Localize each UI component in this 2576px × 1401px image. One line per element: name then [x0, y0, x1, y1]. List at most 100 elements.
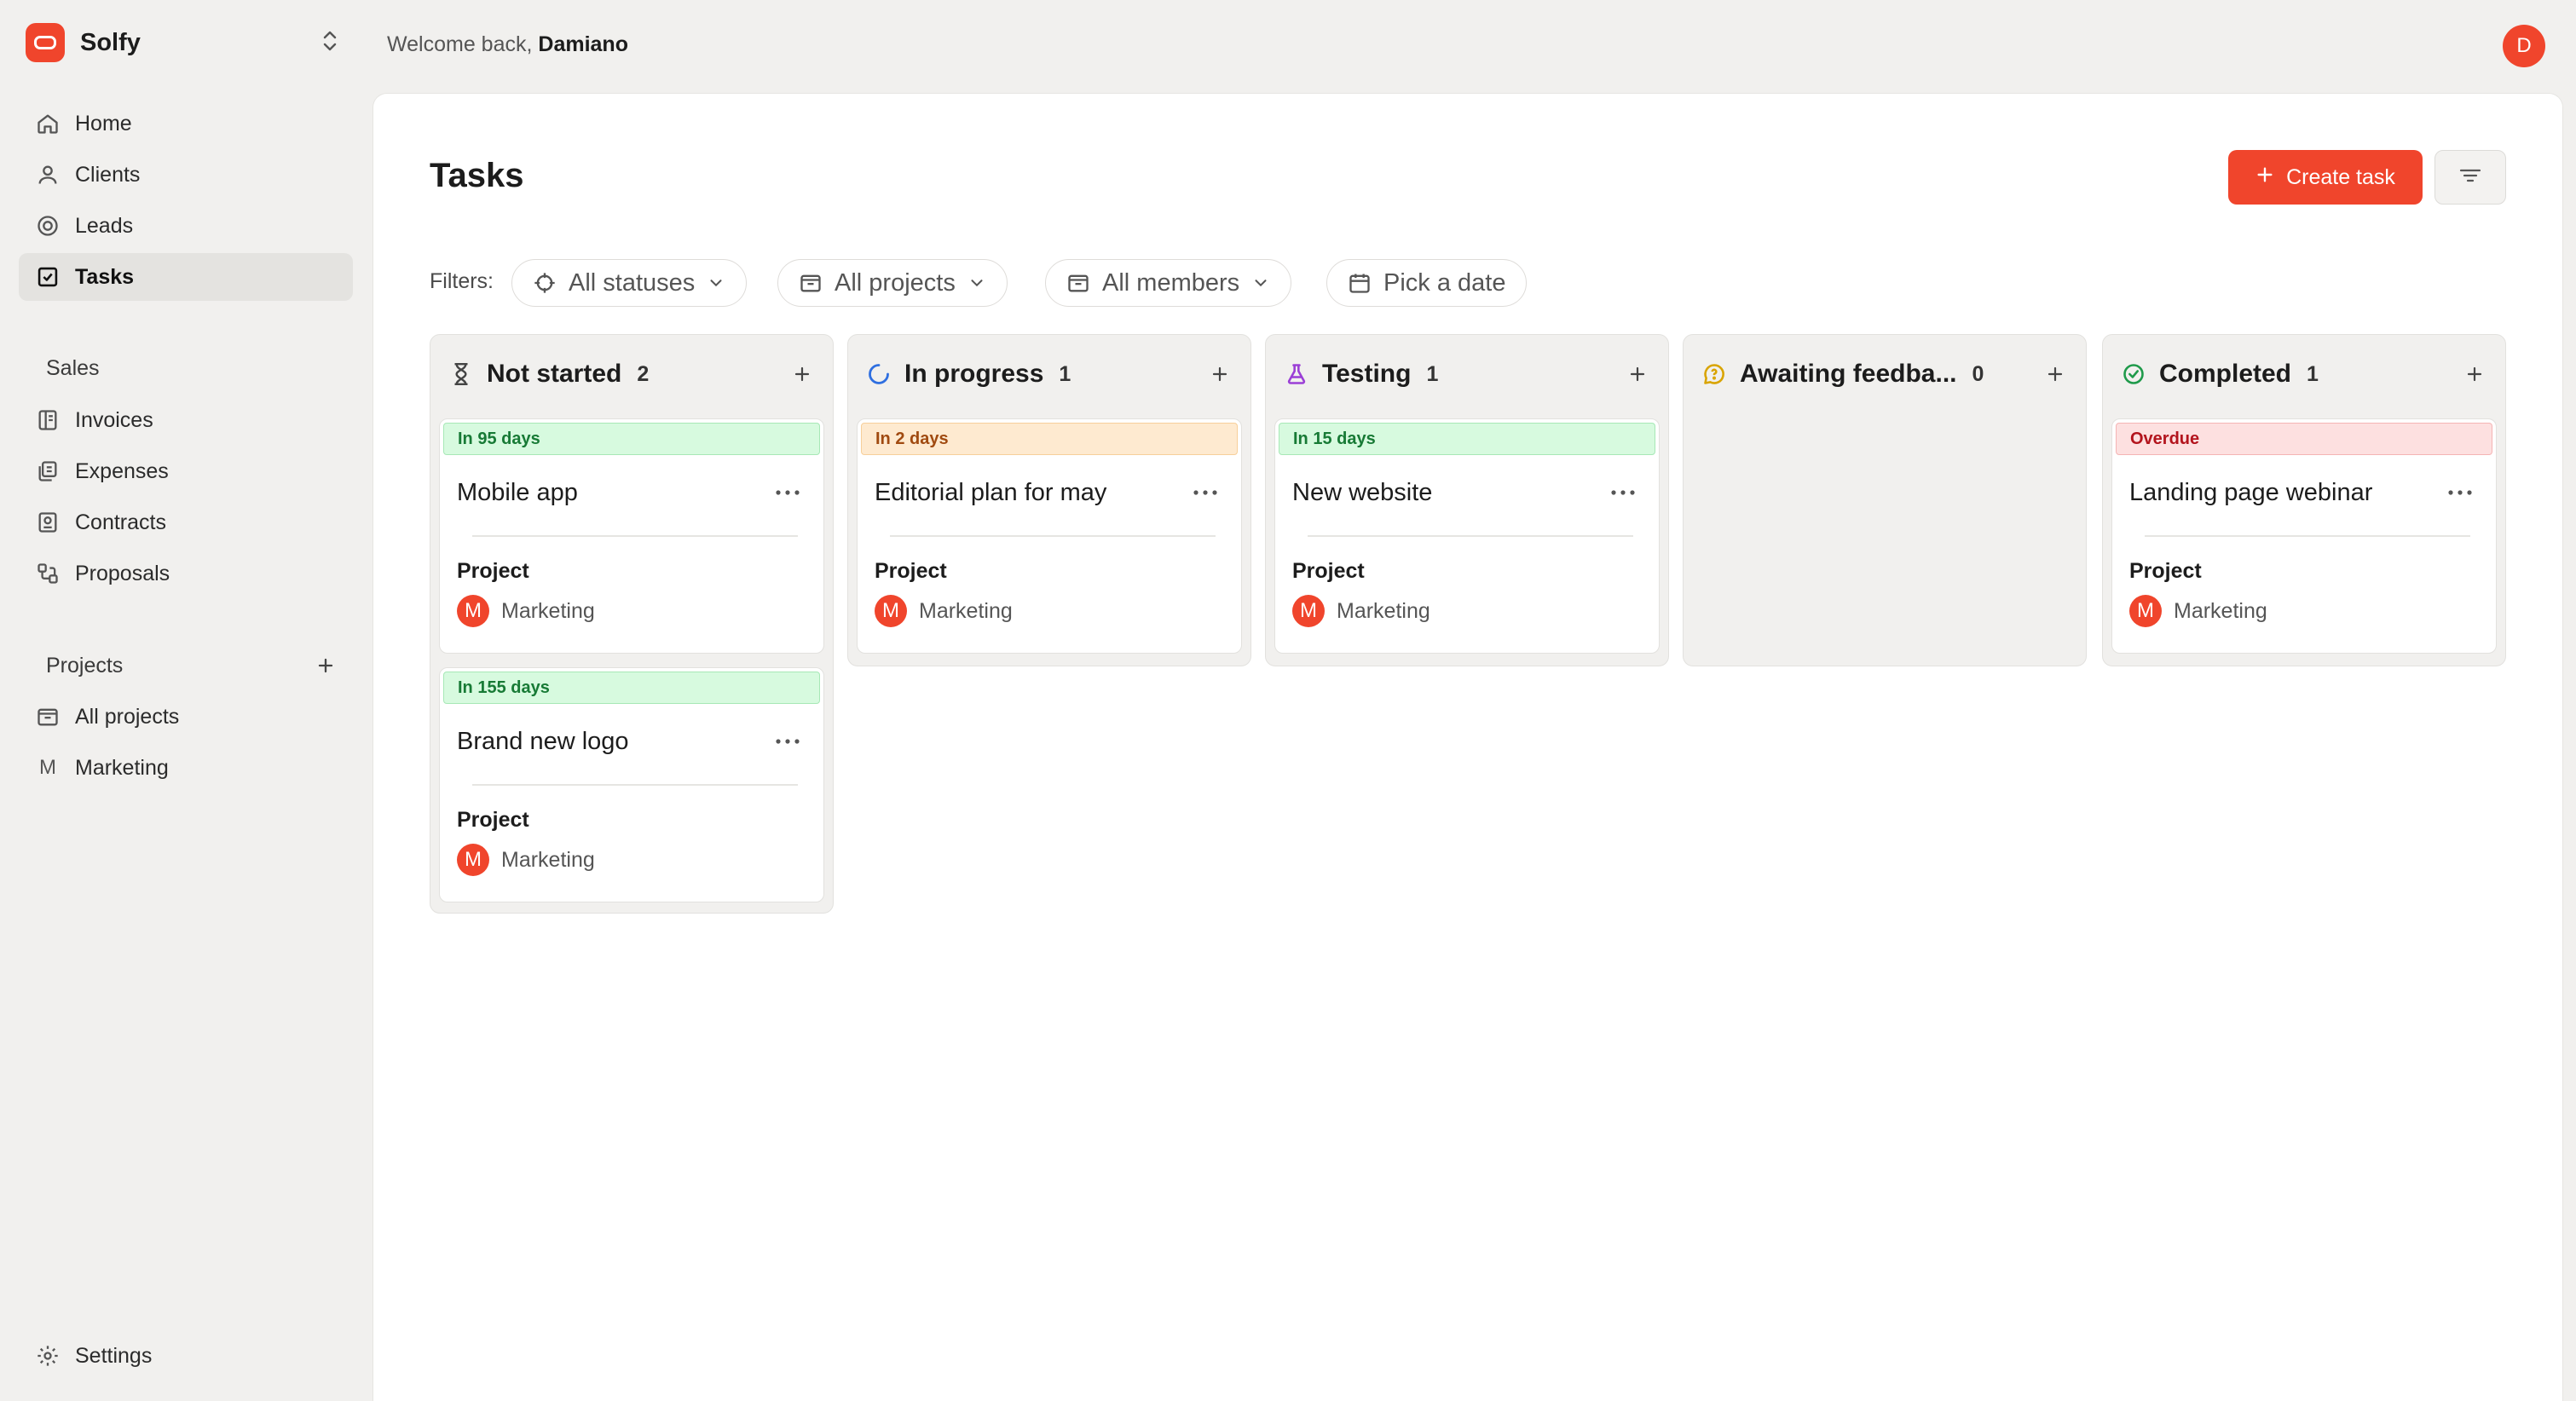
project-label: Project	[2129, 559, 2202, 583]
status-filter[interactable]: All statuses	[511, 259, 748, 307]
task-card[interactable]: In 15 days New website Project M Marketi…	[1274, 418, 1660, 654]
project-label: Project	[1292, 559, 1365, 583]
plus-icon	[2255, 165, 2274, 190]
project-name: Marketing	[501, 847, 595, 872]
flask-icon	[1283, 360, 1310, 388]
project-avatar: M	[457, 595, 489, 627]
project-avatar: M	[1292, 595, 1325, 627]
more-options-icon[interactable]	[774, 733, 801, 750]
projects-filter[interactable]: All projects	[777, 259, 1008, 307]
sidebar-item-tasks[interactable]: Tasks	[19, 253, 353, 301]
more-options-icon[interactable]	[774, 484, 801, 501]
target-icon	[34, 212, 61, 239]
sidebar-item-invoices[interactable]: Invoices	[19, 396, 353, 444]
card-divider	[472, 535, 798, 537]
date-filter[interactable]: Pick a date	[1326, 259, 1528, 307]
sidebar-item-settings[interactable]: Settings	[19, 1332, 353, 1380]
sidebar-item-all-projects[interactable]: All projects	[19, 693, 353, 741]
column-not-started: Not started 2 In 95 days Mobile app Proj…	[430, 334, 834, 914]
project-chip: M Marketing	[875, 595, 1013, 627]
more-options-icon[interactable]	[1192, 484, 1219, 501]
filter-lines-icon	[2458, 167, 2482, 188]
folder-icon	[34, 703, 61, 730]
task-card[interactable]: In 2 days Editorial plan for may Project…	[857, 418, 1242, 654]
sidebar: Solfy Home Clients Leads Tasks Sales Inv…	[0, 0, 373, 1401]
task-card[interactable]: Overdue Landing page webinar Project M M…	[2111, 418, 2497, 654]
add-task-icon[interactable]	[788, 360, 816, 388]
user-icon	[34, 161, 61, 188]
filter-button[interactable]	[2434, 150, 2506, 205]
project-name: Marketing	[2174, 598, 2267, 623]
due-badge: In 15 days	[1279, 423, 1655, 455]
sidebar-item-proposals[interactable]: Proposals	[19, 550, 353, 597]
add-task-icon[interactable]	[1624, 360, 1651, 388]
task-title: Brand new logo	[457, 728, 629, 755]
column-title: In progress	[904, 360, 1044, 388]
gear-icon	[34, 1342, 61, 1369]
date-filter-label: Pick a date	[1383, 268, 1506, 297]
members-filter-label: All members	[1102, 268, 1240, 297]
filters-label: Filters:	[430, 269, 494, 293]
projects-section-title: Projects	[46, 654, 124, 677]
sidebar-item-label: Marketing	[75, 755, 169, 780]
add-task-icon[interactable]	[1206, 360, 1233, 388]
sidebar-item-marketing[interactable]: M Marketing	[19, 744, 353, 792]
more-options-icon[interactable]	[2446, 484, 2474, 501]
welcome-prefix: Welcome back,	[387, 32, 533, 56]
column-count: 2	[637, 361, 650, 386]
members-filter[interactable]: All members	[1045, 259, 1292, 307]
sidebar-item-home[interactable]: Home	[19, 100, 353, 147]
column-count: 1	[1426, 361, 1439, 386]
project-chip: M Marketing	[1292, 595, 1430, 627]
project-avatar: M	[875, 595, 907, 627]
chevron-down-icon	[967, 274, 986, 292]
add-task-icon[interactable]	[2042, 360, 2069, 388]
sidebar-item-contracts[interactable]: Contracts	[19, 499, 353, 546]
due-badge: In 95 days	[443, 423, 820, 455]
checkbox-icon	[34, 263, 61, 291]
add-task-icon[interactable]	[2461, 360, 2488, 388]
user-avatar[interactable]: D	[2503, 25, 2545, 67]
sidebar-item-leads[interactable]: Leads	[19, 202, 353, 250]
column-title: Not started	[487, 360, 622, 388]
sidebar-item-clients[interactable]: Clients	[19, 151, 353, 199]
page-title: Tasks	[430, 157, 524, 194]
proposal-icon	[34, 560, 61, 587]
card-divider	[2145, 535, 2470, 537]
task-card[interactable]: In 95 days Mobile app Project M Marketin…	[439, 418, 824, 654]
user-name: Damiano	[538, 32, 628, 56]
status-filter-label: All statuses	[569, 268, 696, 297]
solfy-logo-icon	[26, 23, 65, 62]
sidebar-item-label: Clients	[75, 162, 141, 187]
due-badge: In 2 days	[861, 423, 1238, 455]
column-count: 0	[1972, 361, 1984, 386]
sidebar-item-expenses[interactable]: Expenses	[19, 447, 353, 495]
project-name: Marketing	[501, 598, 595, 623]
contract-icon	[34, 509, 61, 536]
projects-filter-label: All projects	[835, 268, 956, 297]
column-header: In progress 1	[865, 357, 1233, 391]
folder-icon	[799, 271, 823, 295]
task-card[interactable]: In 155 days Brand new logo Project M Mar…	[439, 667, 824, 902]
crosshair-icon	[533, 271, 557, 295]
more-options-icon[interactable]	[1609, 484, 1637, 501]
home-icon	[34, 110, 61, 137]
workspace-switcher[interactable]: Solfy	[26, 23, 348, 62]
column-count: 1	[2307, 361, 2319, 386]
chevron-up-down-icon[interactable]	[321, 29, 339, 57]
hourglass-icon	[448, 360, 475, 388]
add-project-icon[interactable]	[314, 654, 338, 677]
column-completed: Completed 1 Overdue Landing page webinar…	[2102, 334, 2506, 666]
expense-icon	[34, 458, 61, 485]
project-label: Project	[457, 559, 529, 583]
due-badge: Overdue	[2116, 423, 2492, 455]
project-label: Project	[457, 808, 529, 832]
sidebar-item-label: Invoices	[75, 407, 153, 432]
column-header: Completed 1	[2120, 357, 2488, 391]
column-header: Testing 1	[1283, 357, 1651, 391]
project-name: Marketing	[1337, 598, 1430, 623]
sidebar-item-label: All projects	[75, 704, 180, 729]
sidebar-item-label: Home	[75, 111, 132, 135]
chevron-down-icon	[707, 274, 725, 292]
create-task-button[interactable]: Create task	[2228, 150, 2423, 205]
